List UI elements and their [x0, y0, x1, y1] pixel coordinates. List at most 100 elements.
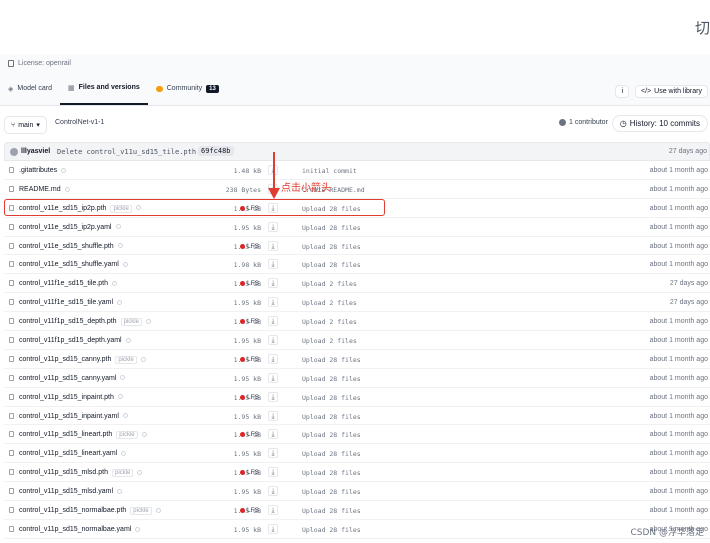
file-icon [9, 337, 14, 344]
file-commit-message[interactable]: Upload 2 files [302, 280, 357, 288]
file-name-link[interactable]: control_v11p_sd15_inpaint.yaml [19, 413, 119, 420]
file-info-icon[interactable] [64, 186, 70, 192]
file-commit-message[interactable]: initial commit [302, 167, 357, 175]
file-commit-message[interactable]: Upload 28 files [302, 526, 361, 534]
file-info-icon[interactable] [117, 394, 123, 400]
file-name-link[interactable]: control_v11p_sd15_normalbae.yaml [19, 526, 131, 533]
file-info-icon[interactable] [122, 413, 128, 419]
file-name-link[interactable]: control_v11e_sd15_shuffle.yaml [19, 261, 119, 268]
file-commit-message[interactable]: Upload 28 files [302, 375, 361, 383]
file-info-icon[interactable] [141, 432, 147, 438]
file-name-link[interactable]: control_v11f1e_sd15_tile.yaml [19, 299, 113, 306]
file-name-link[interactable]: control_v11e_sd15_shuffle.pth [19, 243, 114, 250]
file-name-link[interactable]: control_v11p_sd15_canny.yaml [19, 375, 116, 382]
pickle-label: pickle [123, 319, 139, 326]
file-commit-message[interactable]: Upload 28 files [302, 224, 361, 232]
tab-files-and-versions[interactable]: ▦ Files and versions [60, 80, 148, 105]
file-commit-message[interactable]: Upload 28 files [302, 413, 361, 421]
file-info-icon[interactable] [137, 469, 143, 475]
file-info-icon[interactable] [120, 375, 126, 381]
use-with-library-button[interactable]: </> Use with library [635, 85, 708, 98]
file-name-link[interactable]: control_v11p_sd15_inpaint.pth [19, 394, 114, 401]
lfs-label: LFS [247, 318, 259, 326]
file-commit-message[interactable]: Upload 28 files [302, 431, 361, 439]
download-icon[interactable]: ⤓ [268, 353, 278, 364]
download-icon[interactable]: ⤓ [268, 259, 278, 270]
pickle-badge[interactable]: pickle [111, 469, 134, 478]
tab-community[interactable]: Community 13 [148, 80, 227, 105]
file-commit-message[interactable]: Upload 28 files [302, 356, 361, 364]
pickle-badge[interactable]: pickle [110, 204, 132, 213]
download-icon[interactable]: ⤓ [268, 372, 278, 383]
download-icon[interactable]: ⤓ [268, 448, 278, 459]
branch-selector[interactable]: ⑂ main ▾ [4, 116, 47, 134]
download-icon[interactable]: ⤓ [268, 486, 278, 497]
file-commit-message[interactable]: Upload 28 files [302, 243, 361, 251]
download-icon[interactable]: ⤓ [268, 467, 278, 478]
file-info-icon[interactable] [122, 262, 128, 268]
file-name-link[interactable]: control_v11p_sd15_lineart.pth [19, 431, 112, 438]
download-icon[interactable]: ⤓ [268, 297, 278, 308]
file-commit-message[interactable]: Upload 2 files [302, 337, 357, 345]
breadcrumb[interactable]: ControlNet-v1-1 [55, 119, 104, 126]
download-icon[interactable]: ⤓ [268, 240, 278, 251]
download-icon[interactable]: ⤓ [268, 505, 278, 516]
file-info-icon[interactable] [145, 318, 151, 324]
download-icon[interactable]: ⤓ [268, 523, 278, 534]
download-icon[interactable]: ⤓ [268, 335, 278, 346]
commit-author[interactable]: lllyasviel [21, 148, 50, 155]
download-icon[interactable]: ⤓ [268, 221, 278, 232]
file-name-link[interactable]: control_v11e_sd15_ip2p.pth [19, 205, 106, 212]
pickle-badge[interactable]: pickle [130, 507, 152, 516]
file-info-icon[interactable] [135, 526, 141, 532]
file-commit-message[interactable]: Upload 28 files [302, 394, 361, 402]
file-info-icon[interactable] [125, 337, 131, 343]
commit-message[interactable]: Delete control_v11u_sd15_tile.pth [57, 148, 196, 156]
file-info-icon[interactable] [135, 205, 141, 211]
file-commit-message[interactable]: Upload 28 files [302, 507, 361, 515]
file-info-icon[interactable] [61, 167, 67, 173]
file-info-icon[interactable] [112, 281, 117, 286]
download-icon[interactable]: ⤓ [268, 202, 278, 213]
info-button[interactable]: i [615, 85, 630, 98]
file-info-icon[interactable] [115, 224, 121, 230]
download-icon[interactable]: ⤓ [268, 391, 278, 402]
file-name-link[interactable]: README.md [19, 186, 61, 193]
file-name-link[interactable]: control_v11p_sd15_mlsd.yaml [19, 488, 113, 495]
file-commit-message[interactable]: Upload 28 files [302, 488, 361, 496]
contributors-link[interactable]: 1 contributor [559, 119, 608, 126]
file-commit-message[interactable]: Upload 28 files [302, 205, 361, 213]
file-info-icon[interactable] [117, 243, 123, 249]
file-name-link[interactable]: control_v11f1p_sd15_depth.pth [19, 318, 117, 325]
file-name-link[interactable]: control_v11p_sd15_canny.pth [19, 356, 111, 363]
file-name-link[interactable]: control_v11f1e_sd15_tile.pth [19, 280, 108, 287]
file-name-link[interactable]: control_v11p_sd15_normalbae.pth [19, 507, 126, 514]
commit-hash[interactable]: 69fc48b [198, 146, 234, 156]
download-icon[interactable]: ⤓ [268, 429, 278, 440]
file-commit-message[interactable]: Upload 28 files [302, 450, 361, 458]
pickle-badge[interactable]: pickle [120, 318, 142, 327]
file-name-link[interactable]: control_v11f1p_sd15_depth.yaml [19, 337, 122, 344]
file-commit-message[interactable]: Upload 2 files [302, 299, 357, 307]
file-commit-message[interactable]: Upload 28 files [302, 261, 361, 269]
use-with-library-label: Use with library [654, 88, 702, 95]
file-name-link[interactable]: .gitattributes [19, 167, 57, 174]
file-commit-message[interactable]: Upload 28 files [302, 469, 361, 477]
file-name-cell: control_v11f1p_sd15_depth.pth pickle [19, 318, 151, 327]
file-info-icon[interactable] [121, 451, 127, 457]
file-name-link[interactable]: control_v11p_sd15_lineart.yaml [19, 450, 117, 457]
pickle-badge[interactable]: pickle [115, 355, 137, 364]
file-name-link[interactable]: control_v11e_sd15_ip2p.yaml [19, 224, 112, 231]
file-name-link[interactable]: control_v11p_sd15_mlsd.pth [19, 469, 108, 476]
pickle-badge[interactable]: pickle [116, 431, 138, 440]
file-info-icon[interactable] [117, 299, 123, 305]
download-icon[interactable]: ⤓ [268, 316, 278, 327]
history-button[interactable]: ◷ History: 10 commits [611, 115, 708, 132]
download-icon[interactable]: ⤓ [268, 410, 278, 421]
file-commit-message[interactable]: Upload 2 files [302, 318, 357, 326]
download-icon[interactable]: ⤓ [268, 278, 278, 289]
file-info-icon[interactable] [140, 356, 146, 362]
file-info-icon[interactable] [117, 488, 123, 494]
file-date: about 1 month ago [649, 185, 708, 193]
tab-model-card[interactable]: ◈ Model card [0, 80, 60, 105]
